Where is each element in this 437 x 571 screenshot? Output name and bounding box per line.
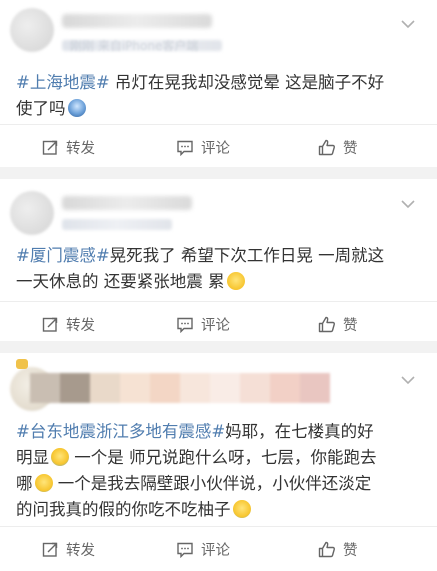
post-meta-text: 刚刚 来自iPhone客户端	[70, 39, 199, 53]
topic-tag-shanghai-earthquake[interactable]: #上海地震#	[16, 73, 110, 92]
comment-button[interactable]: 评论	[176, 527, 230, 571]
repost-icon	[42, 317, 58, 332]
chevron-down-icon[interactable]	[401, 375, 415, 385]
repost-button[interactable]: 转发	[42, 527, 95, 571]
avatar-blurred[interactable]	[10, 8, 54, 52]
repost-icon	[42, 140, 58, 155]
post-text: #上海地震# 吊灯在晃我却没感觉晕 这是脑子不好 使了吗	[16, 73, 385, 118]
post-meta-blurred	[62, 219, 172, 230]
comment-icon	[177, 317, 193, 333]
post-actions: 转发 评论 赞	[0, 526, 437, 571]
laughing-face-emoji-icon	[34, 474, 53, 492]
post-separator	[0, 341, 437, 353]
avatar-blurred[interactable]	[10, 191, 54, 235]
chevron-down-icon[interactable]	[401, 19, 415, 29]
like-button[interactable]: 赞	[318, 527, 358, 571]
comment-button[interactable]: 评论	[176, 125, 230, 169]
thumbs-up-icon	[318, 139, 335, 155]
username-blurred[interactable]	[62, 14, 212, 28]
thumbs-up-icon	[318, 316, 335, 332]
fright-face-emoji-icon	[67, 99, 86, 117]
topic-tag-taidong-earthquake[interactable]: #台东地震浙江多地有震感#	[16, 422, 225, 441]
dizzy-face-emoji-icon	[226, 272, 245, 290]
post-separator	[0, 167, 437, 179]
crying-face-emoji-icon	[51, 448, 69, 466]
repost-button[interactable]: 转发	[42, 125, 95, 169]
laughing-face-emoji-icon	[232, 500, 251, 518]
like-button[interactable]: 赞	[318, 125, 358, 169]
post-text: #台东地震浙江多地有震感#妈耶，在七楼真的好 明显 一个是 师兄说跑什么呀，七层…	[16, 422, 377, 519]
comment-icon	[177, 542, 193, 558]
weibo-post-2: #厦门震感#晃死我了 希望下次工作日晃 一周就这 一天休息的 还要紧张地震 累 …	[0, 179, 437, 341]
username-blurred[interactable]	[30, 373, 330, 403]
chevron-down-icon[interactable]	[401, 199, 415, 209]
topic-tag-xiamen-tremor[interactable]: #厦门震感#	[16, 246, 110, 265]
thumbs-up-icon	[318, 541, 335, 557]
weibo-post-3: #台东地震浙江多地有震感#妈耶，在七楼真的好 明显 一个是 师兄说跑什么呀，七层…	[0, 353, 437, 570]
comment-button[interactable]: 评论	[176, 302, 230, 346]
repost-icon	[42, 542, 58, 557]
weibo-post-1: 刚刚 来自iPhone客户端 #上海地震# 吊灯在晃我却没感觉晕 这是脑子不好 …	[0, 0, 437, 167]
post-text: #厦门震感#晃死我了 希望下次工作日晃 一周就这 一天休息的 还要紧张地震 累	[16, 246, 385, 291]
username-blurred[interactable]	[62, 196, 192, 210]
post-actions: 转发 评论 赞	[0, 301, 437, 346]
crown-badge-icon	[16, 359, 28, 369]
comment-icon	[177, 140, 193, 156]
like-button[interactable]: 赞	[318, 302, 358, 346]
post-actions: 转发 评论 赞	[0, 124, 437, 169]
repost-button[interactable]: 转发	[42, 302, 95, 346]
